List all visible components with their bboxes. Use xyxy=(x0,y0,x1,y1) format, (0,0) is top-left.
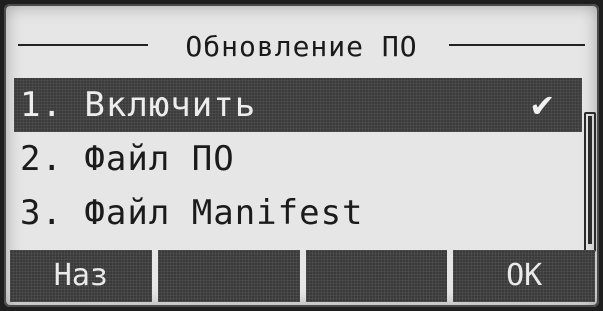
menu-item-firmware-file[interactable]: 2. Файл ПО xyxy=(14,132,582,186)
menu-item-enable[interactable]: 1. Включить ✔ xyxy=(14,78,582,132)
screen-title: Обновление ПО xyxy=(179,29,424,63)
softkey-back-button[interactable]: Наз xyxy=(10,250,152,302)
scrollbar[interactable] xyxy=(584,112,596,252)
scrollbar-thumb[interactable] xyxy=(588,116,592,244)
menu-item-manifest-file[interactable]: 3. Файл Manifest xyxy=(14,186,582,240)
title-divider-right xyxy=(449,44,585,46)
menu-item-label: 1. Включить xyxy=(20,85,257,125)
checkmark-icon: ✔ xyxy=(531,84,554,125)
menu-item-label: 2. Файл ПО xyxy=(20,139,235,179)
title-bar: Обновление ПО xyxy=(4,4,599,78)
menu-list: 1. Включить ✔ 2. Файл ПО 3. Файл Manifes… xyxy=(14,78,582,240)
softkey-bar: Наз OK xyxy=(10,250,595,302)
title-divider-left xyxy=(18,44,148,46)
softkey-ok-button[interactable]: OK xyxy=(453,250,595,302)
softkey-2-button[interactable] xyxy=(157,250,300,302)
softkey-3-button[interactable] xyxy=(305,250,448,302)
menu-item-label: 3. Файл Manifest xyxy=(20,193,364,233)
phone-lcd-screen: Обновление ПО 1. Включить ✔ 2. Файл ПО 3… xyxy=(4,4,599,307)
